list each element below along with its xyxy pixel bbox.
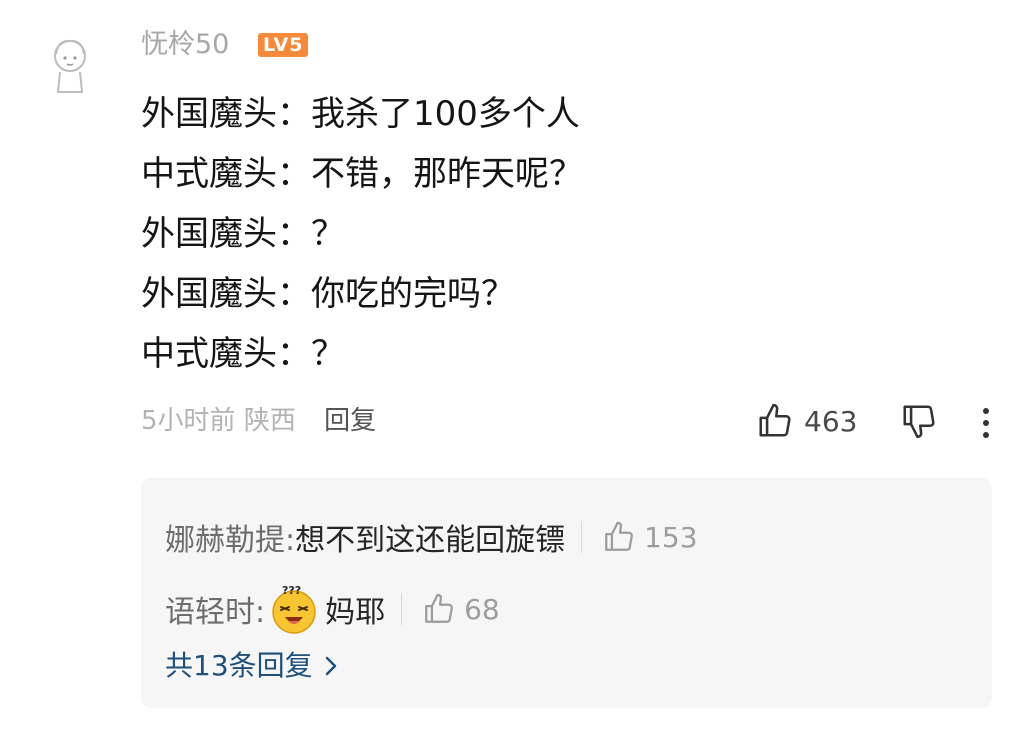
comment-line: 外国魔头：我杀了100多个人: [141, 94, 580, 134]
reply-text: 妈耶: [325, 595, 386, 630]
like-button[interactable]: 463: [756, 398, 857, 444]
reply-author[interactable]: 娜赫勒提:: [165, 515, 295, 559]
reply-author[interactable]: 语轻时:: [165, 587, 265, 631]
comment-line: 中式魔头：？: [141, 334, 345, 374]
divider: [401, 593, 403, 625]
comment-line: 外国魔头：你吃的完吗？: [141, 274, 515, 314]
reply-like-count: 68: [464, 592, 500, 626]
reply-text: 想不到这还能回旋镖: [295, 523, 566, 558]
comment-body: 外国魔头：我杀了100多个人 中式魔头：不错，那昨天呢？ 外国魔头：？ 外国魔头…: [141, 84, 961, 384]
divider: [581, 521, 583, 553]
like-count: 463: [804, 404, 858, 438]
chevron-right-icon: [325, 656, 336, 676]
comment-line: 中式魔头：不错，那昨天呢？: [141, 154, 583, 194]
thumbs-up-icon[interactable]: [602, 520, 636, 554]
reply-button[interactable]: 回复: [324, 406, 376, 436]
reply-item[interactable]: 娜赫勒提: 想不到这还能回旋镖 153: [165, 514, 698, 560]
svg-text:???: ???: [282, 584, 301, 597]
thumbs-down-icon[interactable]: [900, 402, 938, 440]
level-badge: LV5: [258, 33, 309, 57]
thumbs-up-icon: [759, 403, 791, 437]
more-vertical-icon[interactable]: [975, 405, 997, 441]
reply-like-count: 153: [644, 520, 698, 554]
comment-meta: 5小时前 陕西 回复: [141, 400, 376, 442]
comment-location: 陕西: [243, 406, 296, 436]
reply-item[interactable]: 语轻时: ??? 妈耶 68: [165, 582, 500, 636]
replies-panel: 娜赫勒提: 想不到这还能回旋镖 153 语轻时: ??? 妈耶 68 共13条回…: [141, 478, 992, 708]
confused-face-emoji: ???: [272, 584, 316, 634]
thumbs-up-icon[interactable]: [422, 592, 456, 626]
view-all-replies-link[interactable]: 共13条回复: [165, 646, 339, 686]
user-avatar[interactable]: [44, 34, 98, 98]
view-all-replies-label: 共13条回复: [165, 649, 313, 682]
username[interactable]: 怃柃50: [141, 26, 229, 64]
comment-line: 外国魔头：？: [141, 214, 345, 254]
comment-time: 5小时前: [141, 406, 236, 436]
